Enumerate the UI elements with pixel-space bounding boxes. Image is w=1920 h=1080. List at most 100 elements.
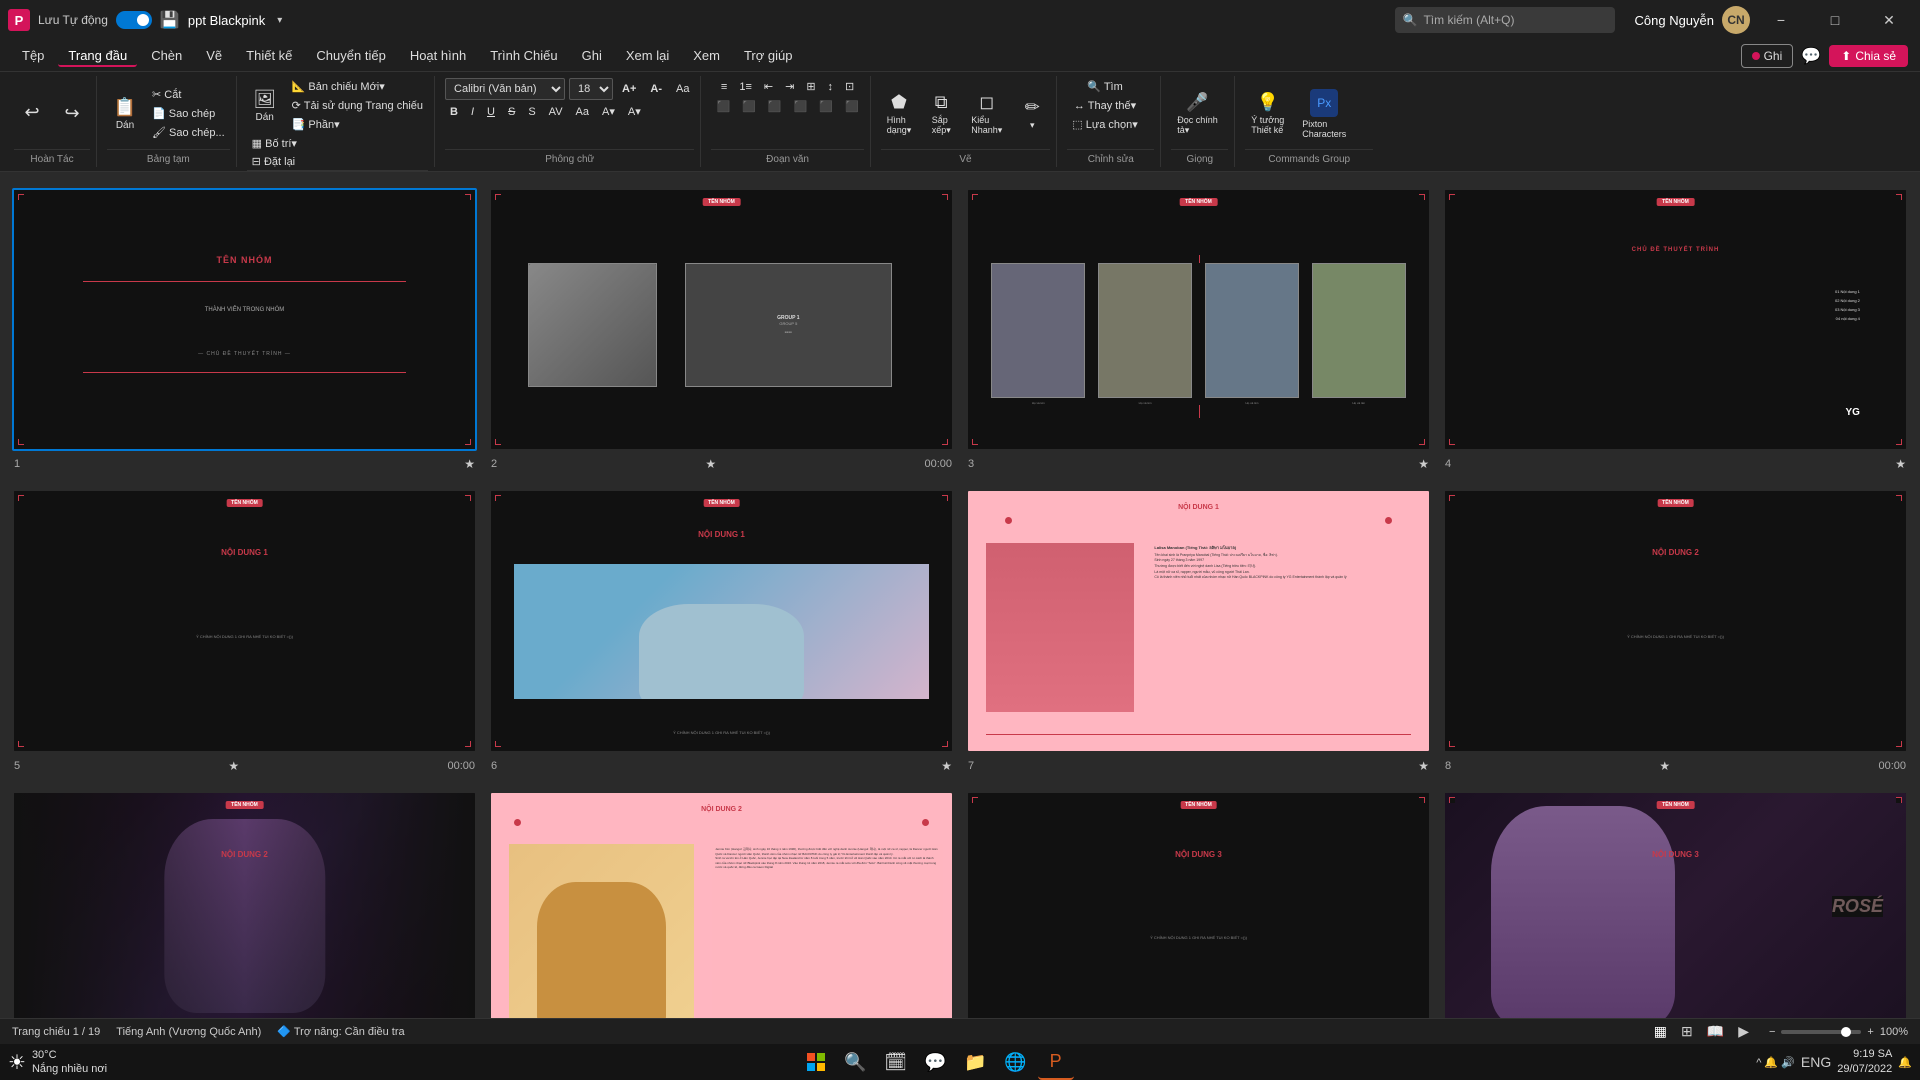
case-btn[interactable]: Aa <box>571 104 594 120</box>
taskbar-teams-btn[interactable]: 💬 <box>918 1044 954 1080</box>
slide-wrapper-10[interactable]: NỘI DUNG 2 Jennie Kim (Hangul: 김제니; sinh… <box>489 791 954 1018</box>
zoom-out-icon[interactable]: − <box>1769 1026 1775 1038</box>
record-button[interactable]: Ghi <box>1741 44 1794 68</box>
normal-view-icon[interactable]: ▦ <box>1650 1021 1671 1042</box>
lang-indicator[interactable]: ENG <box>1801 1054 1831 1070</box>
reset-btn[interactable]: ⟳ Tải sử dụng Trang chiếu <box>287 97 428 114</box>
reading-view-icon[interactable]: 📖 <box>1703 1021 1728 1042</box>
minimize-btn[interactable]: − <box>1758 0 1804 40</box>
section-btn[interactable]: 📑 Phần▾ <box>287 116 428 133</box>
replace-btn[interactable]: ↔ Thay thế▾ <box>1069 97 1141 114</box>
setlayout-btn[interactable]: ⊟ Đặt lại <box>247 153 302 170</box>
increase-indent-btn[interactable]: ⇥ <box>780 78 799 95</box>
highlight-btn[interactable]: A▾ <box>623 103 646 120</box>
slide-wrapper-11[interactable]: TÊN NHÓM NỘI DUNG 3 Ý CHÍNH NỘI DUNG 1 G… <box>966 791 1431 1018</box>
decrease-font-btn[interactable]: A- <box>645 81 667 97</box>
spacing-btn[interactable]: AV <box>544 104 568 120</box>
copy-btn[interactable]: 📄 Sao chép <box>147 105 230 122</box>
bullets-btn[interactable]: ≡ <box>716 78 732 95</box>
slide-wrapper-1[interactable]: TÊN NHÓM THÀNH VIÊN TRONG NHÓM — CHỦ ĐỀ … <box>12 188 477 451</box>
taskbar-search-btn[interactable]: 🔍 <box>838 1044 874 1080</box>
slide-wrapper-2[interactable]: TÊN NHÓM GROUP 1 GROUP 5 ■■■■ <box>489 188 954 451</box>
menu-record[interactable]: Ghi <box>572 44 612 67</box>
autosave-toggle[interactable] <box>116 11 152 29</box>
menu-transitions[interactable]: Chuyển tiếp <box>306 44 395 67</box>
dictate-btn[interactable]: 🎤 Đọc chínhtả▾ <box>1171 88 1224 140</box>
col2-btn[interactable]: ⬛ <box>814 98 838 115</box>
align-right-btn[interactable]: ⬛ <box>763 98 787 115</box>
align-center-btn[interactable]: ⬛ <box>737 98 761 115</box>
menu-review[interactable]: Xem lại <box>616 44 679 67</box>
font-size-select[interactable]: 18 <box>569 78 613 100</box>
undo-btn[interactable]: ↩ <box>14 98 50 129</box>
slide-wrapper-3[interactable]: TÊN NHÓM Họ và tên Họ và tên Họ và tên H… <box>966 188 1431 451</box>
style-btn[interactable]: ◻ KiểuNhanh▾ <box>965 88 1008 140</box>
menu-help[interactable]: Trợ giúp <box>734 44 803 67</box>
taskbar-chrome-btn[interactable]: 🌐 <box>998 1044 1034 1080</box>
save-icon[interactable]: 💾 <box>160 10 180 30</box>
pixton-btn[interactable]: Px PixtonCharacters <box>1296 85 1352 143</box>
layout-btn[interactable]: 📐 Bản chiếu Mới▾ <box>287 78 428 95</box>
align-justify-btn[interactable]: ⬛ <box>789 98 813 115</box>
slide-sorter-icon[interactable]: ⊞ <box>1677 1021 1697 1042</box>
numbering-btn[interactable]: 1≡ <box>734 78 757 95</box>
italic-btn[interactable]: I <box>466 104 479 120</box>
slide-wrapper-6[interactable]: TÊN NHÓM NỘI DUNG 1 Ý CHÍNH NỘI DUNG 1 G… <box>489 489 954 752</box>
align-left-btn[interactable]: ⬛ <box>711 98 735 115</box>
close-btn[interactable]: ✕ <box>1866 0 1912 40</box>
edit-btn[interactable]: ✏ ▾ <box>1014 93 1050 135</box>
menu-home[interactable]: Trang đầu <box>58 44 137 67</box>
format-painter-btn[interactable]: 🖌 Sao chép... <box>147 124 230 141</box>
taskbar-widgets-btn[interactable]: 🗓 <box>878 1044 914 1080</box>
direction-btn[interactable]: ↕ <box>823 78 839 95</box>
cut-btn[interactable]: ✂ Cắt <box>147 86 230 103</box>
clear-format-btn[interactable]: Aa <box>671 81 694 97</box>
taskbar-powerpoint-btn[interactable]: P <box>1038 1044 1074 1080</box>
zoom-in-icon[interactable]: + <box>1867 1026 1873 1038</box>
underline-btn[interactable]: U <box>482 104 500 120</box>
redo-btn[interactable]: ↪ <box>54 99 90 128</box>
slide-wrapper-7[interactable]: NỘI DUNG 1 Lalisa Manoban (Tiếng Thái: ล… <box>966 489 1431 752</box>
strikethrough-btn[interactable]: S <box>503 104 520 120</box>
taskbar-start-btn[interactable] <box>798 1044 834 1080</box>
font-family-select[interactable]: Calibri (Văn bản) <box>445 78 565 100</box>
col-btn[interactable]: ⊞ <box>801 78 820 95</box>
smartart-btn[interactable]: ⊡ <box>840 78 859 95</box>
slide-wrapper-4[interactable]: TÊN NHÓM CHỦ ĐỀ THUYẾT TRÌNH 01 Nội dung… <box>1443 188 1908 451</box>
shapes-btn[interactable]: ⬟ Hìnhdạng▾ <box>881 88 918 140</box>
zoom-slider[interactable] <box>1781 1030 1861 1034</box>
paste-btn[interactable]: 📋 Dán <box>107 93 143 135</box>
menu-animations[interactable]: Hoạt hình <box>400 44 476 67</box>
slide-wrapper-5[interactable]: TÊN NHÓM NỘI DUNG 1 Ý CHÍNH NỘI DUNG 1 G… <box>12 489 477 752</box>
menu-insert[interactable]: Chèn <box>141 44 192 67</box>
menu-design[interactable]: Thiết kế <box>236 44 302 67</box>
new-slide-btn[interactable]: 🖼 Dán <box>247 85 283 127</box>
increase-font-btn[interactable]: A+ <box>617 81 641 97</box>
bold-btn[interactable]: B <box>445 104 463 120</box>
maximize-btn[interactable]: □ <box>1812 0 1858 40</box>
taskbar-explorer-btn[interactable]: 📁 <box>958 1044 994 1080</box>
find-btn[interactable]: 🔍 Tìm <box>1082 78 1128 95</box>
avatar[interactable]: CN <box>1722 6 1750 34</box>
search-box[interactable]: 🔍 Tìm kiếm (Alt+Q) <box>1395 7 1615 33</box>
slide-wrapper-8[interactable]: TÊN NHÓM NỘI DUNG 2 Ý CHÍNH NỘI DUNG 1 G… <box>1443 489 1908 752</box>
menu-file[interactable]: Tệp <box>12 44 54 67</box>
share-button[interactable]: ⬆ Chia sẻ <box>1829 45 1908 67</box>
shadow-btn[interactable]: S <box>523 104 540 120</box>
designer-btn[interactable]: 💡 Ý tưởngThiết kế <box>1245 88 1290 139</box>
arrange-btn[interactable]: ⧉ Sắpxếp▾ <box>923 88 959 140</box>
select-btn[interactable]: ⬚ Lựa chọn▾ <box>1067 116 1142 133</box>
decrease-indent-btn[interactable]: ⇤ <box>759 78 778 95</box>
notification-center-icon[interactable]: 🔔 <box>1898 1056 1912 1069</box>
comment-button[interactable]: 💬 <box>1797 42 1825 70</box>
menu-draw[interactable]: Vẽ <box>196 44 232 67</box>
font-color-btn[interactable]: A▾ <box>597 103 620 120</box>
layout-btn2[interactable]: ▦ Bố trí▾ <box>247 135 302 152</box>
slides-panel[interactable]: TÊN NHÓM THÀNH VIÊN TRONG NHÓM — CHỦ ĐỀ … <box>0 172 1920 1018</box>
menu-view[interactable]: Xem <box>683 44 730 67</box>
slide-wrapper-9[interactable]: TÊN NHÓM NỘI DUNG 2 <box>12 791 477 1018</box>
slideshow-view-icon[interactable]: ▶ <box>1734 1021 1753 1042</box>
menu-slideshow[interactable]: Trình Chiếu <box>480 44 567 67</box>
slide-wrapper-12[interactable]: ROSÉ TÊN NHÓM NỘI DUNG 3 <box>1443 791 1908 1018</box>
line-spacing-btn[interactable]: ⬛ <box>840 98 864 115</box>
